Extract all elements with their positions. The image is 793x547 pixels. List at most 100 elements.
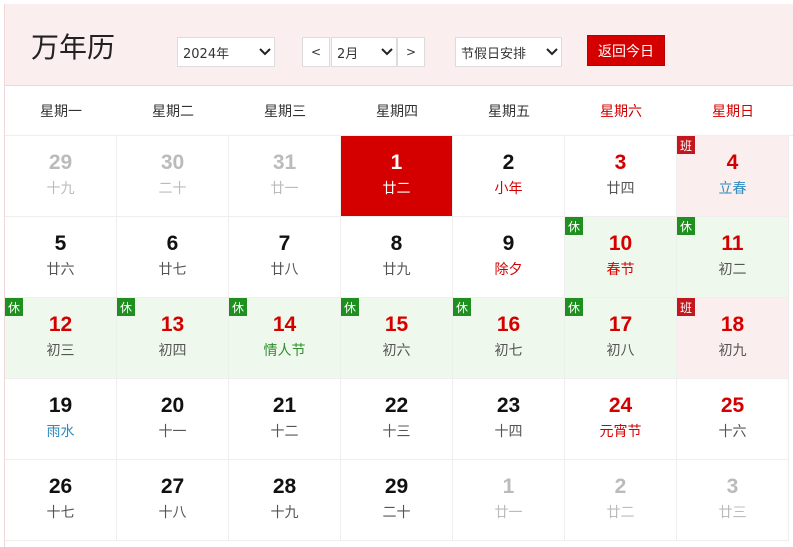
day-number: 1 bbox=[502, 475, 515, 498]
week-row: 休 12 初三 休 13 初四 休 14 情人节 休 15 初六 休 16 初七 休 17 初八 班 18 初九 bbox=[5, 298, 789, 379]
lunar-date: 十二 bbox=[270, 424, 299, 440]
lunar-date: 十三 bbox=[382, 424, 411, 440]
day-cell[interactable]: 2 廿二 bbox=[565, 460, 677, 541]
day-cell[interactable]: 25 十六 bbox=[677, 379, 789, 460]
day-number: 10 bbox=[608, 232, 633, 255]
rest-day-badge: 休 bbox=[5, 298, 23, 316]
day-number: 15 bbox=[384, 313, 409, 336]
year-select[interactable]: 2024年 bbox=[177, 37, 275, 67]
day-number: 20 bbox=[160, 394, 185, 417]
day-cell[interactable]: 24 元宵节 bbox=[565, 379, 677, 460]
month-select-value: 2月 bbox=[337, 46, 359, 62]
day-cell[interactable]: 22 十三 bbox=[341, 379, 453, 460]
weekday-header: 星期一 星期二 星期三 星期四 星期五 星期六 星期日 bbox=[5, 86, 793, 136]
day-cell[interactable]: 26 十七 bbox=[5, 460, 117, 541]
day-cell[interactable]: 19 雨水 bbox=[5, 379, 117, 460]
day-number: 14 bbox=[272, 313, 297, 336]
back-to-today-button[interactable]: 返回今日 bbox=[587, 35, 665, 66]
day-cell[interactable]: 班 4 立春 bbox=[677, 136, 789, 217]
rest-day-badge: 休 bbox=[117, 298, 135, 316]
day-cell[interactable]: 休 15 初六 bbox=[341, 298, 453, 379]
day-cell[interactable]: 2 小年 bbox=[453, 136, 565, 217]
day-cell[interactable]: 休 13 初四 bbox=[117, 298, 229, 379]
lunar-date: 初三 bbox=[46, 343, 75, 359]
lunar-date: 廿八 bbox=[270, 262, 299, 278]
day-cell[interactable]: 休 11 初二 bbox=[677, 217, 789, 298]
day-cell[interactable]: 1 廿一 bbox=[453, 460, 565, 541]
page-title: 万年历 bbox=[31, 31, 116, 64]
day-number: 6 bbox=[166, 232, 179, 255]
day-cell[interactable]: 9 除夕 bbox=[453, 217, 565, 298]
rest-day-badge: 休 bbox=[677, 217, 695, 235]
weekday-label: 星期一 bbox=[40, 104, 82, 120]
weekday-label: 星期六 bbox=[600, 104, 642, 120]
day-cell[interactable]: 7 廿八 bbox=[229, 217, 341, 298]
day-number: 3 bbox=[726, 475, 739, 498]
day-cell[interactable]: 6 廿七 bbox=[117, 217, 229, 298]
lunar-date: 初四 bbox=[158, 343, 187, 359]
day-cell[interactable]: 21 十二 bbox=[229, 379, 341, 460]
lunar-date: 雨水 bbox=[46, 424, 75, 440]
prev-month-button[interactable]: < bbox=[302, 37, 330, 67]
day-number: 12 bbox=[48, 313, 73, 336]
weekday-label: 星期三 bbox=[264, 104, 306, 120]
day-number: 30 bbox=[160, 151, 185, 174]
day-number: 2 bbox=[502, 151, 515, 174]
day-cell[interactable]: 29 二十 bbox=[341, 460, 453, 541]
day-cell[interactable]: 休 17 初八 bbox=[565, 298, 677, 379]
lunar-date: 二十 bbox=[382, 505, 411, 521]
day-cell[interactable]: 休 16 初七 bbox=[453, 298, 565, 379]
week-row: 26 十七 27 十八 28 十九 29 二十 1 廿一 2 廿二 3 廿三 bbox=[5, 460, 789, 541]
day-number: 3 bbox=[614, 151, 627, 174]
lunar-date: 十八 bbox=[158, 505, 187, 521]
lunar-date: 廿二 bbox=[606, 505, 635, 521]
day-number: 24 bbox=[608, 394, 633, 417]
lunar-date: 情人节 bbox=[263, 343, 306, 359]
lunar-date: 廿二 bbox=[382, 181, 411, 197]
day-cell[interactable]: 28 十九 bbox=[229, 460, 341, 541]
day-cell[interactable]: 27 十八 bbox=[117, 460, 229, 541]
lunar-date: 小年 bbox=[494, 181, 523, 197]
month-select[interactable]: 2月 bbox=[331, 37, 397, 67]
day-cell[interactable]: 休 14 情人节 bbox=[229, 298, 341, 379]
lunar-date: 立春 bbox=[718, 181, 747, 197]
day-cell[interactable]: 31 廿一 bbox=[229, 136, 341, 217]
week-row: 29 十九 30 二十 31 廿一 1 廿二 2 小年 3 廿四 班 4 立春 bbox=[5, 136, 789, 217]
day-cell[interactable]: 29 十九 bbox=[5, 136, 117, 217]
day-cell[interactable]: 23 十四 bbox=[453, 379, 565, 460]
lunar-date: 十七 bbox=[46, 505, 75, 521]
day-number: 5 bbox=[54, 232, 67, 255]
lunar-date: 二十 bbox=[158, 181, 187, 197]
day-number: 4 bbox=[726, 151, 739, 174]
calendar-widget: 万年历 2024年 < 2月 > 节假日安排 返回今日 星期一 星期二 星期三 … bbox=[4, 4, 793, 547]
day-cell[interactable]: 休 10 春节 bbox=[565, 217, 677, 298]
day-cell[interactable]: 3 廿四 bbox=[565, 136, 677, 217]
lunar-date: 十九 bbox=[270, 505, 299, 521]
day-number: 23 bbox=[496, 394, 521, 417]
year-select-value: 2024年 bbox=[183, 46, 230, 62]
day-cell[interactable]: 班 18 初九 bbox=[677, 298, 789, 379]
day-cell[interactable]: 20 十一 bbox=[117, 379, 229, 460]
day-cell[interactable]: 8 廿九 bbox=[341, 217, 453, 298]
day-cell[interactable]: 30 二十 bbox=[117, 136, 229, 217]
next-month-button[interactable]: > bbox=[397, 37, 425, 67]
chevron-down-icon bbox=[256, 48, 274, 56]
day-number: 19 bbox=[48, 394, 73, 417]
day-cell[interactable]: 休 12 初三 bbox=[5, 298, 117, 379]
holiday-select[interactable]: 节假日安排 bbox=[455, 37, 562, 67]
day-number: 21 bbox=[272, 394, 297, 417]
day-number: 16 bbox=[496, 313, 521, 336]
day-cell[interactable]: 5 廿六 bbox=[5, 217, 117, 298]
day-number: 2 bbox=[614, 475, 627, 498]
rest-day-badge: 休 bbox=[229, 298, 247, 316]
day-cell[interactable]: 3 廿三 bbox=[677, 460, 789, 541]
day-number: 9 bbox=[502, 232, 515, 255]
workday-badge: 班 bbox=[677, 298, 695, 316]
day-number: 31 bbox=[272, 151, 297, 174]
day-number: 1 bbox=[390, 151, 403, 174]
chevron-down-icon bbox=[378, 48, 396, 56]
day-number: 13 bbox=[160, 313, 185, 336]
day-number: 22 bbox=[384, 394, 409, 417]
day-cell[interactable]: 1 廿二 bbox=[341, 136, 453, 217]
rest-day-badge: 休 bbox=[565, 217, 583, 235]
